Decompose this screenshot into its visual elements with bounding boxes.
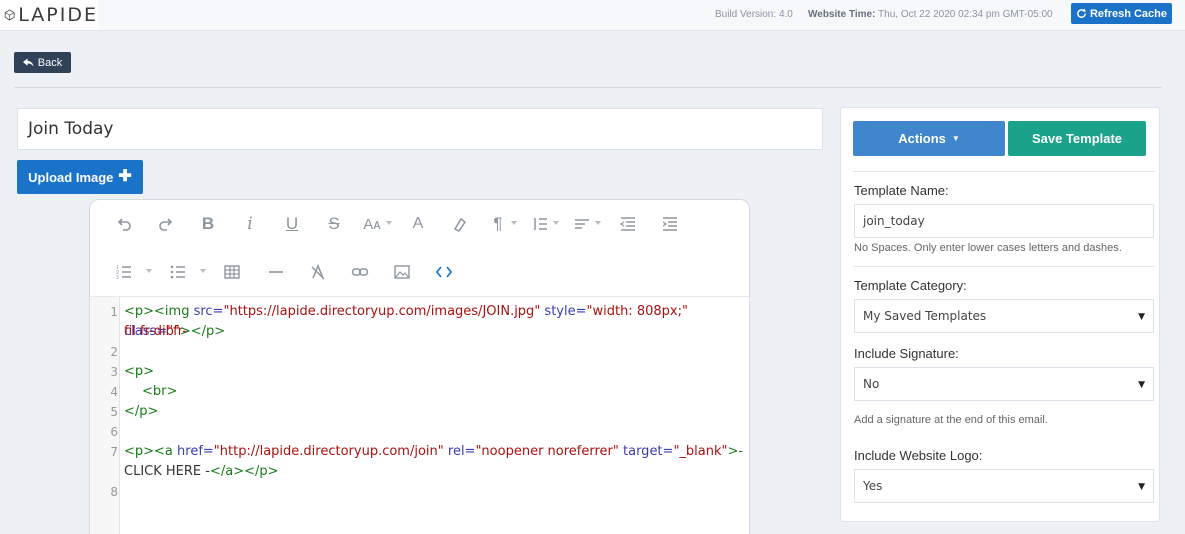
refresh-icon (1077, 8, 1087, 18)
image-icon[interactable] (390, 260, 414, 284)
italic-icon[interactable]: i (238, 212, 262, 236)
logo[interactable]: LAPIDE (0, 0, 98, 30)
svg-text:3: 3 (116, 275, 119, 281)
line-number: 2 (110, 345, 118, 359)
paragraph-format-icon[interactable]: ¶ (486, 212, 510, 236)
line-number: 7 (110, 445, 118, 459)
chevron-down-icon: ▼ (1138, 380, 1145, 390)
divider (14, 87, 1162, 88)
line-number: 4 (110, 385, 118, 399)
code-line: fil fr-dib"></p> (124, 324, 226, 339)
line-height-icon[interactable] (528, 212, 552, 236)
divider (853, 171, 1155, 172)
logo-gem-icon (4, 9, 15, 21)
website-time: Website Time: Thu, Oct 22 2020 02:34 pm … (808, 9, 1053, 20)
reply-arrow-icon (22, 57, 34, 67)
html-code-editor[interactable]: 1 2 3 4 5 6 7 8 <p><img src="https://lap… (90, 296, 749, 534)
chevron-down-icon (553, 221, 559, 225)
clear-formatting-icon[interactable] (306, 260, 330, 284)
ordered-list-icon[interactable]: 123 (112, 260, 136, 284)
code-line: <br> (142, 384, 178, 399)
plus-icon: ✚ (118, 168, 132, 185)
save-template-button[interactable]: Save Template (1008, 121, 1146, 156)
include-signature-hint: Add a signature at the end of this email… (854, 414, 1048, 426)
template-category-label: Template Category: (854, 278, 967, 293)
link-icon[interactable] (348, 260, 372, 284)
line-number: 5 (110, 405, 118, 419)
line-number: 1 (110, 305, 118, 319)
template-subject-input[interactable]: Join Today (17, 108, 823, 150)
include-signature-select[interactable]: No ▼ (854, 367, 1154, 401)
code-view-icon[interactable] (432, 260, 456, 284)
rich-text-editor: B i U S Aᴀ A ¶ 123 1 2 3 4 5 6 7 8 <p><i… (89, 199, 750, 534)
template-name-hint: No Spaces. Only enter lower cases letter… (854, 242, 1122, 254)
highlighter-icon[interactable] (448, 212, 472, 236)
include-logo-label: Include Website Logo: (854, 448, 983, 463)
chevron-down-icon (146, 269, 152, 273)
line-number: 6 (110, 425, 118, 439)
font-size-icon[interactable]: Aᴀ (360, 212, 384, 236)
refresh-cache-button[interactable]: Refresh Cache (1071, 3, 1172, 24)
line-number-gutter: 1 2 3 4 5 6 7 8 (90, 297, 120, 534)
chevron-down-icon (511, 221, 517, 225)
chevron-down-icon: ▼ (1138, 482, 1145, 492)
template-name-label: Template Name: (854, 183, 949, 198)
line-number: 3 (110, 365, 118, 379)
template-category-select[interactable]: My Saved Templates ▼ (854, 299, 1154, 333)
align-icon[interactable] (570, 212, 594, 236)
underline-icon[interactable]: U (280, 212, 304, 236)
back-button[interactable]: Back (14, 52, 71, 73)
chevron-down-icon (386, 221, 392, 225)
template-name-input[interactable]: join_today (854, 204, 1154, 238)
strikethrough-icon[interactable]: S (322, 212, 346, 236)
template-settings-panel: Actions ▼ Save Template Template Name: j… (840, 107, 1160, 522)
caret-down-icon: ▼ (951, 134, 960, 143)
chevron-down-icon: ▼ (1138, 312, 1145, 322)
bold-icon[interactable]: B (196, 212, 220, 236)
include-logo-select[interactable]: Yes ▼ (854, 469, 1154, 503)
horizontal-line-icon[interactable] (264, 260, 288, 284)
unordered-list-icon[interactable] (166, 260, 190, 284)
chevron-down-icon (200, 269, 206, 273)
logo-text: LAPIDE (18, 4, 98, 26)
top-bar: LAPIDE Build Version: 4.0 Website Time: … (0, 0, 1185, 31)
code-line: <p><a href="http://lapide.directoryup.co… (124, 444, 744, 459)
indent-icon[interactable] (658, 212, 682, 236)
code-line: <p> (124, 364, 155, 379)
build-version: Build Version: 4.0 (715, 9, 793, 20)
upload-image-button[interactable]: Upload Image ✚ (17, 160, 143, 194)
outdent-icon[interactable] (616, 212, 640, 236)
text-color-icon[interactable]: A (406, 212, 430, 236)
chevron-down-icon (595, 221, 601, 225)
table-icon[interactable] (220, 260, 244, 284)
code-line: </p> (124, 404, 159, 419)
divider (853, 266, 1155, 267)
code-line: CLICK HERE -</a></p> (124, 464, 279, 479)
line-number: 8 (110, 485, 118, 499)
actions-dropdown-button[interactable]: Actions ▼ (853, 121, 1005, 156)
undo-icon[interactable] (112, 212, 136, 236)
include-signature-label: Include Signature: (854, 346, 959, 361)
redo-icon[interactable] (154, 212, 178, 236)
